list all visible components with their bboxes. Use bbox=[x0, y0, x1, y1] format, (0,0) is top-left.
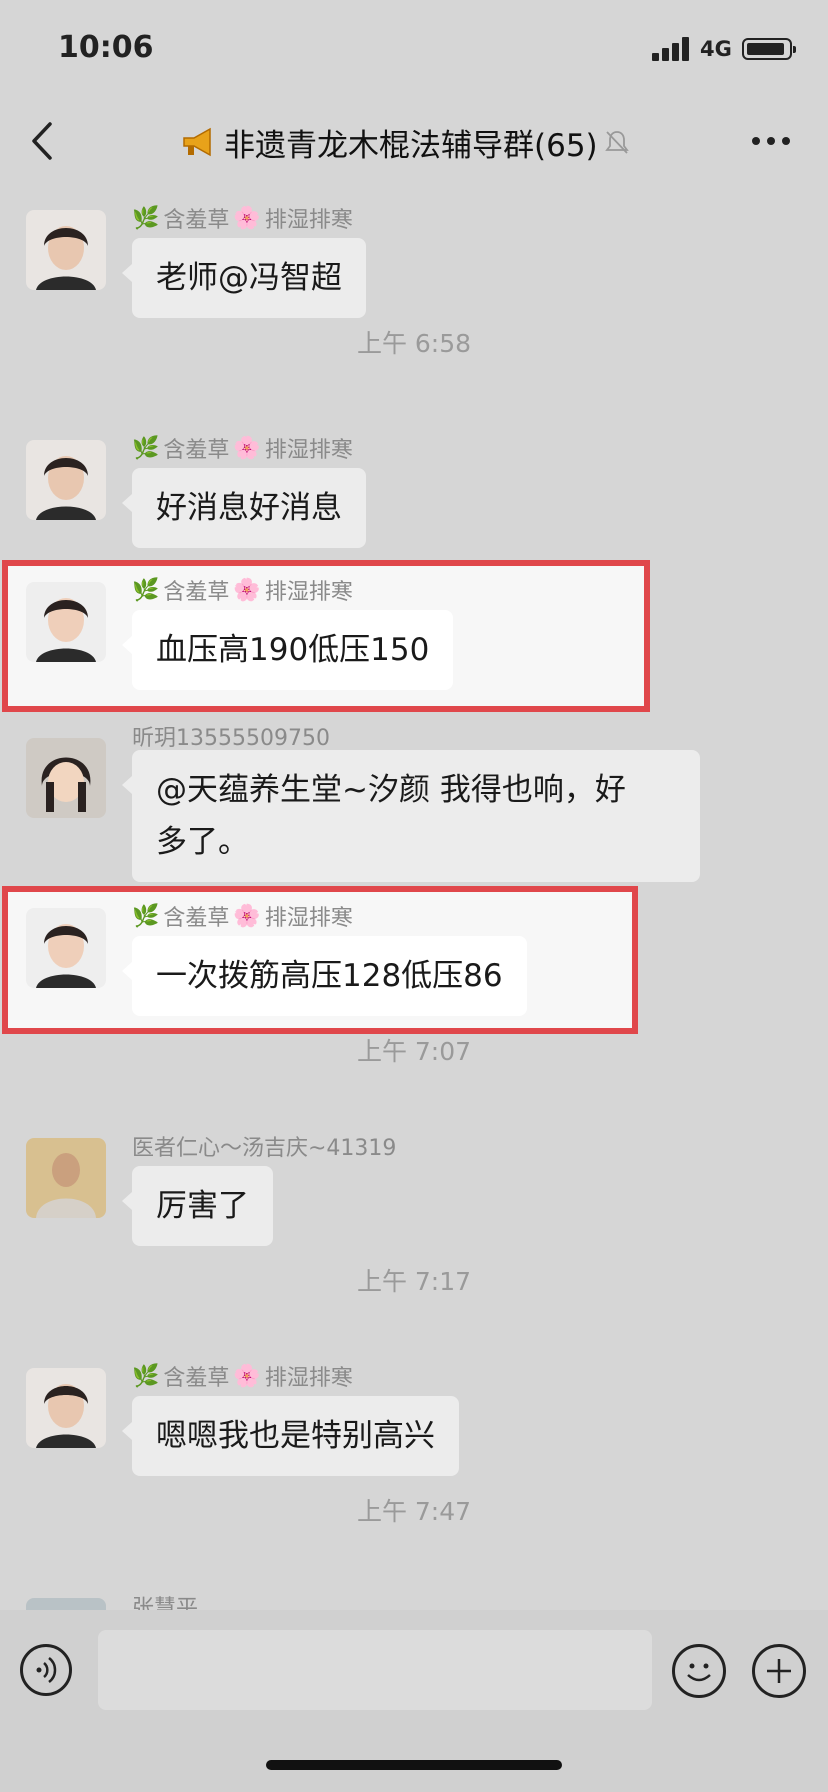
more-options-button[interactable] bbox=[746, 126, 796, 156]
avatar[interactable] bbox=[26, 1368, 106, 1448]
message-bubble[interactable]: @天蕴养生堂~汐颜 我得也响，好 多了。 bbox=[122, 750, 700, 882]
avatar-photo-icon bbox=[26, 1138, 106, 1218]
sender-name: 🌿 含羞草 🌸 排湿排寒 bbox=[132, 205, 353, 234]
avatar-photo-icon bbox=[26, 1598, 106, 1610]
more-functions-button[interactable] bbox=[752, 1644, 806, 1698]
avatar[interactable] bbox=[26, 210, 106, 290]
status-time: 10:06 bbox=[58, 30, 154, 65]
timestamp: 上午 6:58 bbox=[356, 329, 472, 358]
mute-bell-icon bbox=[604, 131, 629, 154]
leaf-icon: 🌿 bbox=[132, 903, 160, 929]
avatar[interactable] bbox=[26, 908, 106, 988]
avatar-photo-icon bbox=[26, 582, 106, 662]
leaf-icon: 🌿 bbox=[132, 205, 160, 231]
status-bar: 10:06 4G bbox=[0, 0, 828, 100]
sender-name: 🌿 含羞草 🌸 排湿排寒 bbox=[132, 435, 353, 464]
flower-icon: 🌸 bbox=[233, 435, 261, 461]
avatar[interactable] bbox=[26, 440, 106, 520]
message-input[interactable] bbox=[98, 1630, 652, 1710]
sender-name: 🌿 含羞草 🌸 排湿排寒 bbox=[132, 903, 353, 932]
message-bubble[interactable]: 血压高190低压150 bbox=[121, 610, 454, 690]
flower-icon: 🌸 bbox=[233, 205, 261, 231]
avatar[interactable] bbox=[26, 582, 106, 662]
group-title: 非遗青龙木棍法辅导群(65) bbox=[180, 120, 660, 164]
more-dots-icon bbox=[752, 137, 790, 145]
chat-header: 非遗青龙木棍法辅导群(65) bbox=[0, 100, 828, 182]
message-bubble[interactable]: 嗯嗯我也是特别高兴 bbox=[122, 1396, 459, 1476]
avatar[interactable] bbox=[26, 1138, 106, 1218]
leaf-icon: 🌿 bbox=[132, 577, 160, 603]
back-button[interactable] bbox=[24, 116, 64, 166]
avatar-photo-icon bbox=[26, 1368, 106, 1448]
flower-icon: 🌸 bbox=[233, 903, 261, 929]
message-bubble[interactable]: 一次拨筋高压128低压86 bbox=[122, 936, 527, 1016]
sender-name: 医者仁心～汤吉庆~41319 bbox=[132, 1136, 397, 1161]
voice-input-button[interactable] bbox=[20, 1644, 72, 1696]
group-title-text: 非遗青龙木棍法辅导群(65) bbox=[224, 127, 598, 164]
avatar-photo-icon bbox=[26, 210, 106, 290]
flower-icon: 🌸 bbox=[233, 1363, 261, 1389]
sender-name: 张慧平 bbox=[132, 1596, 199, 1610]
chat-message-list[interactable]: 🌿 含羞草 🌸 排湿排寒 老师@冯智超 上午 6:58 🌿 含羞草 🌸 排湿排寒 好消息好消… bbox=[0, 182, 828, 1610]
input-bar bbox=[0, 1610, 828, 1792]
avatar[interactable] bbox=[26, 738, 106, 818]
avatar[interactable] bbox=[26, 1598, 106, 1610]
cellular-signal-icon bbox=[652, 37, 692, 61]
timestamp: 上午 7:17 bbox=[356, 1267, 472, 1296]
avatar-photo-icon bbox=[26, 440, 106, 520]
timestamp: 上午 7:07 bbox=[356, 1037, 472, 1066]
home-indicator bbox=[266, 1760, 562, 1770]
voice-icon bbox=[36, 1657, 57, 1683]
battery-icon bbox=[742, 38, 796, 60]
avatar-cartoon-icon bbox=[26, 738, 106, 818]
avatar-photo-icon bbox=[26, 908, 106, 988]
emoji-button[interactable] bbox=[672, 1644, 726, 1698]
megaphone-icon bbox=[183, 127, 211, 157]
timestamp: 上午 7:47 bbox=[356, 1497, 472, 1526]
sender-name: 🌿 含羞草 🌸 排湿排寒 bbox=[132, 577, 353, 606]
plus-icon bbox=[767, 1659, 791, 1683]
message-bubble[interactable]: 好消息好消息 bbox=[122, 468, 366, 548]
chevron-left-icon bbox=[32, 122, 52, 160]
sender-name: 昕玥13555509750 bbox=[132, 726, 330, 751]
sender-name: 🌿 含羞草 🌸 排湿排寒 bbox=[132, 1363, 353, 1392]
smiley-icon bbox=[687, 1663, 711, 1682]
leaf-icon: 🌿 bbox=[132, 435, 160, 461]
message-bubble[interactable]: 厉害了 bbox=[122, 1166, 273, 1246]
network-type: 4G bbox=[700, 37, 732, 61]
message-bubble[interactable]: 老师@冯智超 bbox=[122, 238, 366, 318]
flower-icon: 🌸 bbox=[233, 577, 261, 603]
leaf-icon: 🌿 bbox=[132, 1363, 160, 1389]
